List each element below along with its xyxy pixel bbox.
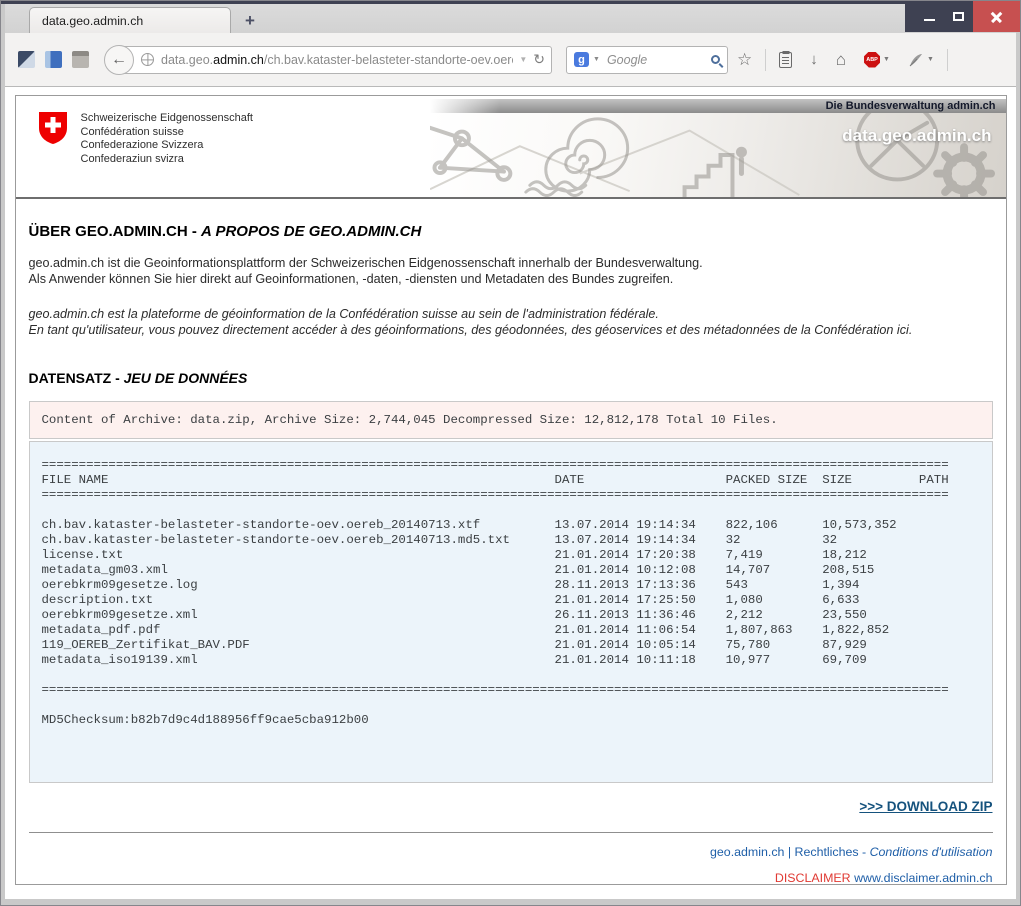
page-viewport: Die Bundesverwaltung admin.ch — [5, 87, 1016, 899]
disclaimer-link[interactable]: www.disclaimer.admin.ch — [851, 871, 993, 885]
archive-summary-box: Content of Archive: data.zip, Archive Si… — [29, 401, 993, 439]
about-paragraph-fr: geo.admin.ch est la plateforme de géoinf… — [29, 307, 993, 338]
new-tab-button[interactable]: + — [245, 14, 255, 28]
address-bar[interactable]: data.geo.admin.ch/ch.bav.kataster-belast… — [120, 46, 552, 74]
back-button[interactable]: ← — [104, 45, 134, 75]
url-text: data.geo.admin.ch/ch.bav.kataster-belast… — [161, 53, 513, 67]
search-input[interactable] — [605, 52, 711, 68]
maximize-icon — [953, 12, 964, 21]
search-engine-icon[interactable]: g — [574, 52, 589, 67]
about-heading: ÜBER GEO.ADMIN.CH - A PROPOS DE GEO.ADMI… — [29, 223, 993, 240]
admin-bar: Die Bundesverwaltung admin.ch — [430, 99, 1006, 113]
footer-links: geo.admin.ch | Rechtliches - Conditions … — [29, 845, 993, 859]
page-content: ÜBER GEO.ADMIN.CH - A PROPOS DE GEO.ADMI… — [16, 223, 1006, 885]
globe-icon — [141, 53, 154, 66]
confederation-logo: Schweizerische Eidgenossenschaft Confédé… — [38, 111, 253, 166]
title-bar: data.geo.admin.ch + — [5, 4, 1016, 33]
download-zip-link[interactable]: >>> DOWNLOAD ZIP — [859, 799, 992, 814]
browser-window: data.geo.admin.ch + ← data.geo.admin.ch/… — [0, 0, 1021, 906]
adblock-button[interactable]: ABP ▼ — [864, 52, 890, 68]
url-domain: admin.ch — [213, 53, 264, 67]
close-button[interactable] — [973, 1, 1020, 32]
footer-disclaimer: DISCLAIMER www.disclaimer.admin.ch — [29, 871, 993, 885]
banner-title: data.geo.admin.ch — [842, 126, 991, 146]
tab-data-geo-admin[interactable]: data.geo.admin.ch — [29, 7, 231, 33]
bookmark-star-icon[interactable]: ☆ — [737, 51, 752, 68]
adblock-dropdown-icon[interactable]: ▼ — [883, 56, 890, 63]
bookmarks-menu-icon[interactable] — [779, 52, 792, 68]
page-container: Die Bundesverwaltung admin.ch — [15, 95, 1007, 885]
archive-summary-text: Content of Archive: data.zip, Archive Si… — [42, 413, 778, 427]
search-engine-dropdown-icon[interactable]: ▼ — [593, 56, 600, 63]
footer-divider — [29, 832, 993, 833]
footer-link-rechtliches[interactable]: Rechtliches — [795, 845, 859, 859]
admin-bar-text[interactable]: Die Bundesverwaltung admin.ch — [826, 100, 996, 112]
dataset-heading: DATENSATZ - JEU DE DONNÉES — [29, 370, 993, 386]
bookmark-icon-1[interactable] — [18, 51, 35, 68]
url-path: /ch.bav.kataster-belasteter-standorte-oe… — [264, 53, 513, 67]
navigation-toolbar: ← data.geo.admin.ch/ch.bav.kataster-bela… — [5, 33, 1016, 87]
window-controls — [905, 1, 1020, 32]
download-row: >>> DOWNLOAD ZIP — [29, 798, 993, 816]
clipboard-icon — [779, 52, 792, 68]
toolbar-separator — [765, 49, 766, 71]
disclaimer-label: DISCLAIMER — [775, 871, 851, 885]
about-paragraph-de: geo.admin.ch ist die Geoinformationsplat… — [29, 256, 993, 287]
addon-button[interactable]: ▼ — [908, 52, 934, 68]
url-subdomain: data.geo. — [161, 53, 213, 67]
archive-listing-box: ========================================… — [29, 441, 993, 783]
downloads-icon[interactable]: ↓ — [810, 52, 818, 67]
back-icon: ← — [111, 51, 127, 69]
close-icon — [990, 10, 1003, 23]
reload-icon[interactable]: ↻ — [533, 51, 545, 68]
footer-link-geoadmin[interactable]: geo.admin.ch — [710, 845, 784, 859]
header-banner: data.geo.admin.ch — [430, 113, 1006, 197]
bookmark-icon-3[interactable] — [72, 51, 89, 68]
swiss-shield-icon — [38, 111, 68, 145]
bookmark-icon-2[interactable] — [45, 51, 62, 68]
footer-link-conditions[interactable]: Conditions d'utilisation — [870, 845, 993, 859]
search-bar[interactable]: g ▼ — [566, 46, 728, 74]
minimize-icon — [924, 19, 935, 21]
search-icon[interactable] — [711, 55, 720, 64]
home-icon[interactable]: ⌂ — [836, 51, 846, 68]
minimize-button[interactable] — [915, 1, 943, 32]
addon-dropdown-icon[interactable]: ▼ — [927, 56, 934, 63]
toolbar-separator — [947, 49, 948, 71]
menu-icon[interactable] — [961, 52, 979, 67]
archive-listing: ========================================… — [42, 458, 980, 728]
page-header: Die Bundesverwaltung admin.ch — [16, 96, 1006, 199]
adblock-icon: ABP — [864, 52, 880, 68]
urlbar-dropdown-icon[interactable]: ▼ — [519, 55, 527, 64]
confederation-logo-text: Schweizerische Eidgenossenschaft Confédé… — [81, 111, 253, 166]
addon-quill-icon — [908, 52, 924, 68]
maximize-button[interactable] — [943, 1, 973, 32]
